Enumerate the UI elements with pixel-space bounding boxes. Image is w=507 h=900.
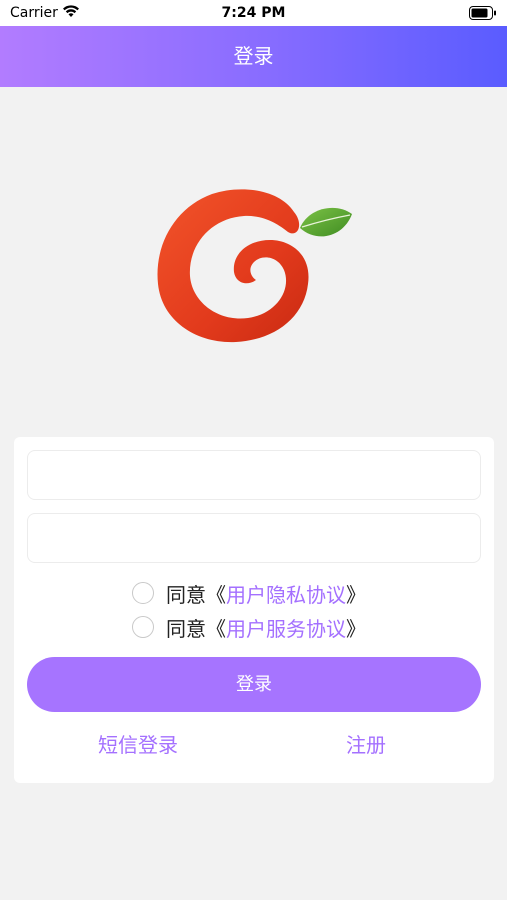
service-policy-link[interactable]: 用户服务协议 xyxy=(226,613,346,642)
bracket-open: 《 xyxy=(206,582,226,607)
status-bar: Carrier 7:24 PM xyxy=(0,0,507,26)
privacy-radio[interactable] xyxy=(132,582,154,604)
battery-icon xyxy=(469,6,497,20)
username-input[interactable] xyxy=(28,451,480,499)
password-field[interactable] xyxy=(27,513,481,563)
privacy-agreement-row[interactable]: 同意 《 用户隐私协议 》 xyxy=(132,579,366,608)
navigation-bar: 登录 xyxy=(0,26,507,87)
login-card: 同意 《 用户隐私协议 》 同意 《 用户服务协议 》 登录 短信登录 注册 xyxy=(14,437,494,783)
agree-prefix: 同意 xyxy=(166,616,206,641)
username-field[interactable] xyxy=(27,450,481,500)
bracket-open: 《 xyxy=(206,616,226,641)
login-button[interactable]: 登录 xyxy=(27,657,481,712)
app-logo xyxy=(152,180,357,350)
service-radio[interactable] xyxy=(132,616,154,638)
agree-prefix: 同意 xyxy=(166,582,206,607)
password-input[interactable] xyxy=(28,514,480,562)
bracket-close: 》 xyxy=(346,582,366,607)
bracket-close: 》 xyxy=(346,616,366,641)
status-time: 7:24 PM xyxy=(221,5,286,21)
service-agreement-row[interactable]: 同意 《 用户服务协议 》 xyxy=(132,613,366,642)
sms-login-link[interactable]: 短信登录 xyxy=(98,729,178,758)
register-link[interactable]: 注册 xyxy=(346,729,386,758)
page-title: 登录 xyxy=(233,44,274,68)
privacy-policy-link[interactable]: 用户隐私协议 xyxy=(226,579,346,608)
